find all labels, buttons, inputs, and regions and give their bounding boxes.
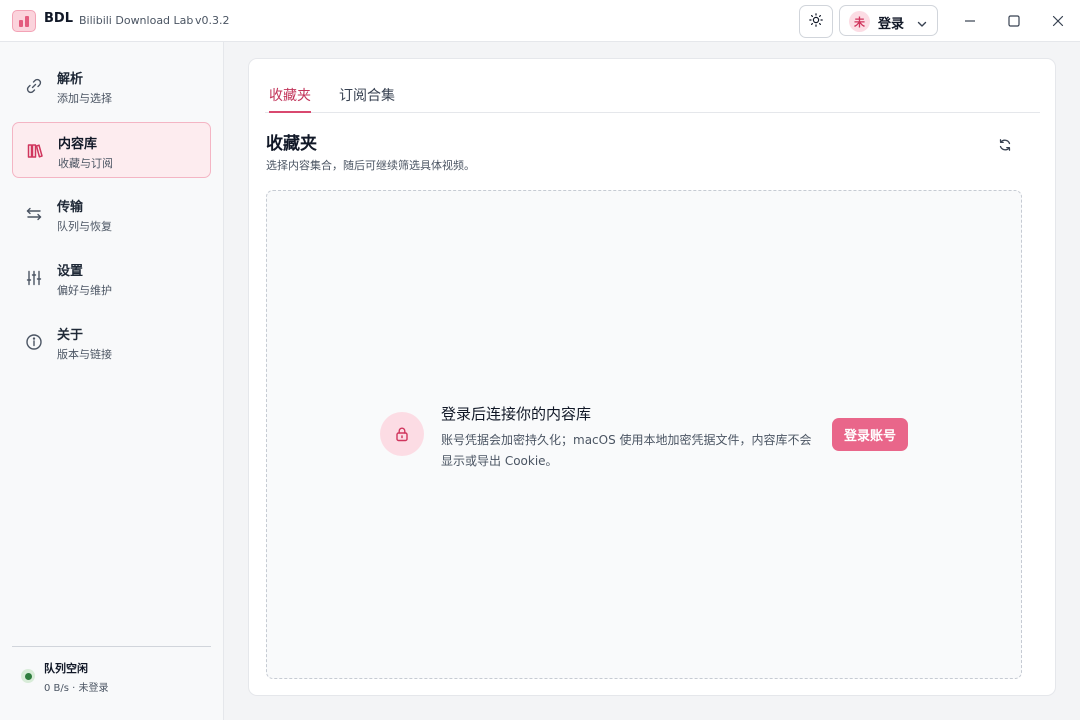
sidebar-item-parse[interactable]: 解析 添加与选择 (12, 58, 211, 114)
sidebar-item-about[interactable]: 关于 版本与链接 (12, 314, 211, 370)
section-description: 选择内容集合，随后可继续筛选具体视频。 (266, 159, 475, 172)
info-icon (24, 332, 44, 352)
refresh-icon (998, 137, 1012, 156)
sidebar-item-library[interactable]: 内容库 收藏与订阅 (12, 122, 211, 178)
minimize-button[interactable] (958, 9, 982, 33)
section-title: 收藏夹 (266, 134, 317, 154)
sidebar-item-settings[interactable]: 设置 偏好与维护 (12, 250, 211, 306)
tab-bar: 收藏夹 订阅合集 (265, 81, 1040, 113)
sun-icon (809, 12, 823, 31)
account-login-menu[interactable]: 未 登录 (839, 5, 938, 36)
sidebar-item-title: 内容库 (58, 137, 98, 152)
empty-state-title: 登录后连接你的内容库 (441, 405, 592, 423)
chevron-down-icon (916, 15, 928, 34)
close-icon (1052, 12, 1064, 31)
tab-subscriptions[interactable]: 订阅合集 (339, 85, 395, 113)
login-label: 登录 (878, 17, 905, 32)
empty-state-container: 登录后连接你的内容库 账号凭据会加密持久化；macOS 使用本地加密凭据文件，内… (266, 190, 1022, 679)
queue-status-subtitle: 0 B/s · 未登录 (44, 683, 109, 694)
status-indicator-icon (21, 669, 35, 683)
title-bar: BDL Bilibili Download Lab v0.3.2 未 登录 (0, 0, 1080, 42)
refresh-button[interactable] (993, 134, 1017, 158)
content-panel: 收藏夹 订阅合集 收藏夹 选择内容集合，随后可继续筛选具体视频。 登录后连接你的… (248, 58, 1056, 696)
queue-status-title: 队列空闲 (44, 662, 88, 675)
sidebar-item-subtitle: 队列与恢复 (57, 220, 112, 233)
close-button[interactable] (1046, 9, 1070, 33)
maximize-icon (1008, 12, 1020, 31)
minimize-icon (964, 12, 976, 31)
app-version: v0.3.2 (195, 14, 230, 27)
app-logo-icon (12, 10, 36, 32)
app-short-name: BDL (44, 11, 73, 26)
sidebar-item-title: 传输 (57, 200, 84, 215)
sidebar-item-title: 关于 (57, 328, 84, 343)
empty-state-description: 账号凭据会加密持久化；macOS 使用本地加密凭据文件，内容库不会显示或导出 C… (441, 433, 812, 468)
sidebar-item-subtitle: 添加与选择 (57, 92, 112, 105)
sidebar-item-title: 设置 (57, 264, 84, 279)
sidebar-divider (12, 646, 211, 647)
app-full-name: Bilibili Download Lab (79, 14, 194, 27)
sidebar-item-subtitle: 偏好与维护 (57, 284, 112, 297)
sidebar-item-title: 解析 (57, 72, 84, 87)
lock-icon (380, 412, 424, 456)
sidebar-item-transfer[interactable]: 传输 队列与恢复 (12, 186, 211, 242)
transfer-icon (24, 204, 44, 224)
sidebar: 解析 添加与选择 内容库 收藏与订阅 传输 队列与恢复 设置 偏好与维护 关于 … (0, 42, 224, 720)
library-icon (25, 141, 45, 161)
maximize-button[interactable] (1002, 9, 1026, 33)
login-account-button[interactable]: 登录账号 (832, 418, 908, 451)
sidebar-item-subtitle: 版本与链接 (57, 348, 112, 361)
link-icon (24, 76, 44, 96)
sliders-icon (24, 268, 44, 288)
avatar: 未 (849, 11, 870, 32)
tab-favorites[interactable]: 收藏夹 (269, 85, 311, 113)
sidebar-item-subtitle: 收藏与订阅 (58, 157, 113, 170)
theme-toggle-button[interactable] (799, 5, 833, 38)
